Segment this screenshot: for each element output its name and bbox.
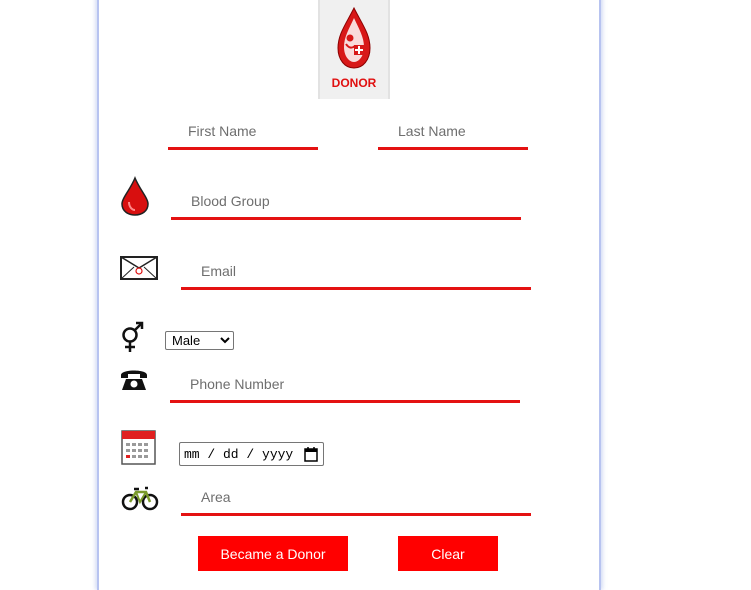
- clear-button[interactable]: Clear: [398, 536, 498, 571]
- first-name-input[interactable]: [168, 121, 318, 150]
- gender-icon: [122, 321, 144, 352]
- telephone-icon: [121, 370, 147, 390]
- gender-select[interactable]: Male: [165, 331, 234, 350]
- envelope-icon: [120, 256, 158, 280]
- logo-text: DONOR: [331, 76, 377, 90]
- date-of-birth-input[interactable]: mm / dd / yyyy: [179, 442, 324, 466]
- blood-drop-icon: [121, 176, 149, 216]
- area-input[interactable]: [181, 487, 531, 516]
- blood-group-input[interactable]: [171, 191, 521, 220]
- bicycle-icon: [121, 486, 159, 511]
- donor-logo: DONOR: [318, 0, 390, 99]
- become-donor-button[interactable]: Became a Donor: [198, 536, 348, 571]
- phone-number-input[interactable]: [170, 374, 520, 403]
- last-name-input[interactable]: [378, 121, 528, 150]
- blood-drop-donor-icon: [337, 6, 371, 69]
- email-input[interactable]: [181, 261, 531, 290]
- date-format-text: mm / dd / yyyy: [184, 446, 294, 462]
- calendar-icon: [121, 430, 156, 465]
- calendar-picker-icon[interactable]: [304, 447, 318, 462]
